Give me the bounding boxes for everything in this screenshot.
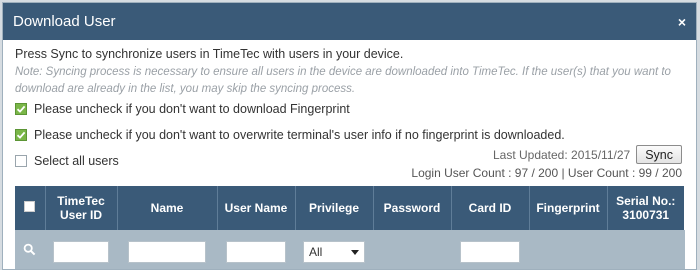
fingerprint-option[interactable]: Please uncheck if you don't want to down… <box>15 100 684 118</box>
chevron-down-icon <box>351 249 359 255</box>
filter-row: All <box>15 230 685 269</box>
column-header-user-name[interactable]: User Name <box>217 186 296 230</box>
dialog-title: Download User <box>13 13 116 30</box>
column-header-fingerprint[interactable]: Fingerprint <box>529 186 608 230</box>
header-select-all[interactable] <box>15 186 46 230</box>
download-user-dialog: Download User × Press Sync to synchroniz… <box>2 2 697 270</box>
table-header-row: TimeTec User ID Name User Name Privilege… <box>15 186 684 230</box>
column-header-name[interactable]: Name <box>117 186 218 230</box>
last-updated-text: Last Updated: 2015/11/27 <box>492 147 631 162</box>
filter-card-id-cell <box>451 230 530 269</box>
select-all-checkbox[interactable] <box>15 155 27 167</box>
close-icon[interactable]: × <box>678 15 686 29</box>
user-counts: Login User Count : 97 / 200 | User Count… <box>411 166 682 180</box>
fingerprint-option-label: Please uncheck if you don't want to down… <box>34 102 350 116</box>
overwrite-option-label: Please uncheck if you don't want to over… <box>34 128 565 142</box>
search-icon[interactable] <box>23 243 36 256</box>
column-header-serial-no[interactable]: Serial No.: 3100731 <box>607 186 684 230</box>
column-header-privilege[interactable]: Privilege <box>295 186 374 230</box>
check-icon <box>16 105 26 113</box>
filter-name-cell <box>117 230 218 269</box>
sync-note: Note: Syncing process is necessary to en… <box>15 66 671 95</box>
overwrite-option[interactable]: Please uncheck if you don't want to over… <box>15 126 684 144</box>
filter-user-id-cell <box>45 230 118 269</box>
name-filter-input[interactable] <box>128 241 206 263</box>
last-updated-row: Last Updated: 2015/11/27 Sync <box>493 145 682 164</box>
user-id-filter-input[interactable] <box>53 241 109 263</box>
sync-button[interactable]: Sync <box>636 145 682 164</box>
filter-privilege-cell: All <box>295 230 374 269</box>
column-header-password[interactable]: Password <box>373 186 452 230</box>
dialog-titlebar: Download User × <box>3 3 696 40</box>
intro-text: Press Sync to synchronize users in TimeT… <box>15 47 404 61</box>
privilege-filter-value: All <box>309 245 323 259</box>
users-table: TimeTec User ID Name User Name Privilege… <box>15 186 685 269</box>
column-header-user-id[interactable]: TimeTec User ID <box>45 186 118 230</box>
card-id-filter-input[interactable] <box>459 241 521 263</box>
filter-search-cell <box>15 230 46 269</box>
select-all-label: Select all users <box>34 154 119 168</box>
filter-user-name-cell <box>217 230 296 269</box>
user-name-filter-input[interactable] <box>225 241 287 263</box>
filter-serial-cell <box>607 230 685 269</box>
column-header-card-id[interactable]: Card ID <box>451 186 530 230</box>
filter-password-cell <box>373 230 452 269</box>
header-checkbox[interactable] <box>24 201 36 212</box>
overwrite-checkbox[interactable] <box>15 129 27 141</box>
fingerprint-checkbox[interactable] <box>15 103 27 115</box>
privilege-filter-select[interactable]: All <box>303 241 365 263</box>
filter-fingerprint-cell <box>529 230 608 269</box>
check-icon <box>16 131 26 139</box>
